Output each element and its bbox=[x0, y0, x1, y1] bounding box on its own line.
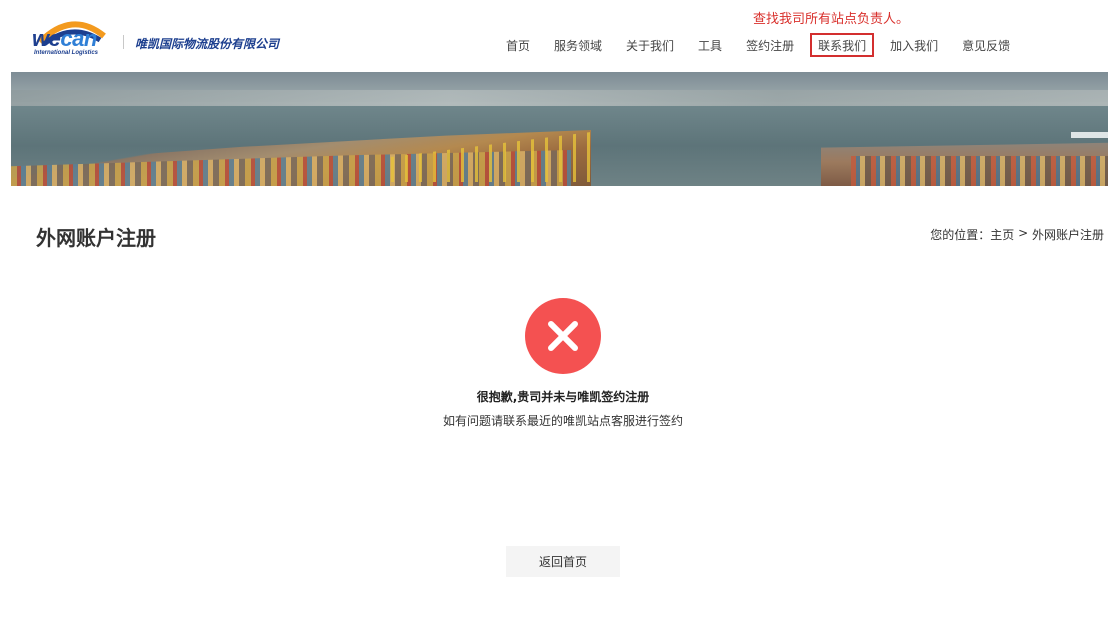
banner-ship bbox=[1071, 132, 1108, 138]
close-icon bbox=[548, 321, 578, 351]
nav-item-tools[interactable]: 工具 bbox=[690, 33, 730, 57]
breadcrumb-home-link[interactable]: 主页 bbox=[990, 226, 1014, 243]
nav-item-join[interactable]: 加入我们 bbox=[882, 33, 946, 57]
nav-item-register[interactable]: 签约注册 bbox=[738, 33, 802, 57]
banner-containers-right bbox=[851, 156, 1108, 186]
breadcrumb-separator: > bbox=[1014, 226, 1032, 240]
breadcrumb-current: 外网账户注册 bbox=[1031, 228, 1104, 242]
company-name: 唯凯国际物流股份有限公司 bbox=[135, 37, 280, 51]
page-title: 外网账户注册 bbox=[36, 226, 156, 250]
back-home-button[interactable]: 返回首页 bbox=[506, 546, 620, 577]
logo-divider bbox=[123, 35, 124, 49]
nav-item-services[interactable]: 服务领域 bbox=[546, 33, 610, 57]
nav-item-feedback[interactable]: 意见反馈 bbox=[954, 33, 1018, 57]
error-status-icon bbox=[525, 298, 601, 374]
error-title: 很抱歉,贵司并未与唯凯签约注册 bbox=[476, 390, 650, 404]
logo-wordmark: wecan bbox=[32, 26, 97, 52]
nav-item-contact[interactable]: 联系我们 bbox=[810, 33, 875, 57]
main-nav: 首页 服务领域 关于我们 工具 签约注册 联系我们 加入我们 意见反馈 bbox=[498, 31, 1026, 59]
nav-item-about[interactable]: 关于我们 bbox=[618, 33, 682, 57]
nav-item-home[interactable]: 首页 bbox=[498, 33, 538, 57]
logo-can-text: can bbox=[60, 26, 97, 51]
wecan-logo[interactable]: wecan International Logistics bbox=[30, 14, 112, 60]
error-description: 如有问题请联系最近的唯凯站点客服进行签约 bbox=[442, 414, 683, 428]
port-banner-image bbox=[11, 72, 1108, 186]
logo-subtitle: International Logistics bbox=[34, 50, 99, 56]
station-contact-notice[interactable]: 查找我司所有站点负责人。 bbox=[753, 8, 909, 27]
site-header: wecan International Logistics 唯凯国际物流股份有限… bbox=[0, 0, 1108, 72]
logo-we-text: we bbox=[32, 26, 61, 51]
breadcrumb-prefix: 您的位置： bbox=[930, 228, 991, 242]
breadcrumb: 您的位置： 主页 > 外网账户注册 bbox=[930, 226, 1104, 243]
